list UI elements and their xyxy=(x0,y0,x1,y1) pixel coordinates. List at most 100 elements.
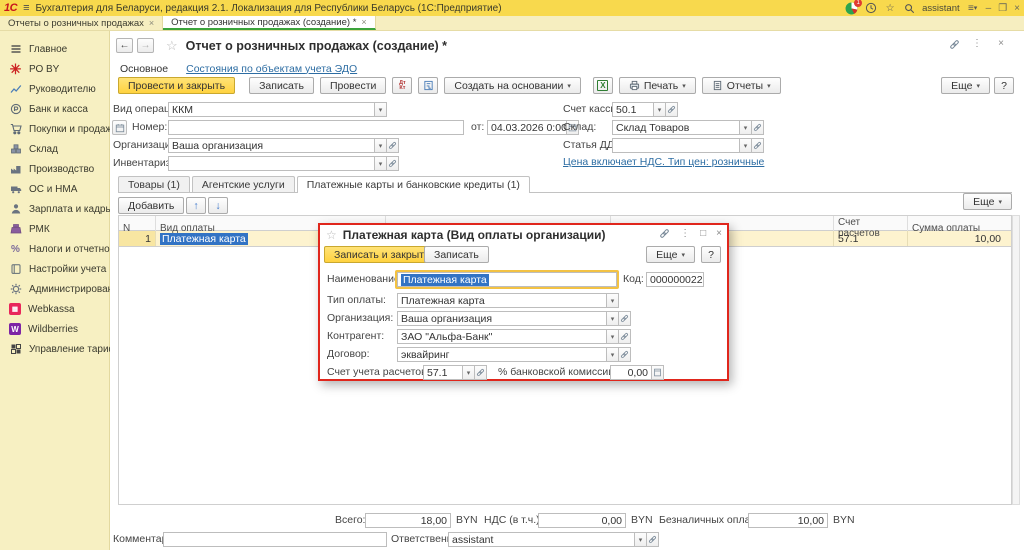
get-link-icon[interactable] xyxy=(659,228,670,239)
tab-goods[interactable]: Товары (1) xyxy=(118,176,190,193)
dropdown-icon[interactable]: ▾ xyxy=(654,102,666,117)
open-link-icon[interactable] xyxy=(666,102,678,117)
sidebar-item-main[interactable]: Главное xyxy=(0,39,109,59)
open-link-icon[interactable] xyxy=(387,138,399,153)
dialog-more-button[interactable]: Еще▾ xyxy=(646,246,695,263)
dropdown-icon[interactable]: ▾ xyxy=(375,102,387,117)
sidebar-item-bank-cash[interactable]: Банк и касса xyxy=(0,99,109,119)
settlement-account-combo[interactable]: 57.1▾ xyxy=(423,365,487,380)
dropdown-icon[interactable]: ▾ xyxy=(607,311,619,326)
more-dots-icon[interactable]: ⋮ xyxy=(680,228,690,239)
dropdown-icon[interactable]: ▾ xyxy=(740,138,752,153)
dialog-save-close-button[interactable]: Записать и закрыть xyxy=(324,246,439,263)
sidebar-item-administration[interactable]: Администрирование xyxy=(0,279,109,299)
sidebar-item-webkassa[interactable]: ▦Webkassa xyxy=(0,299,109,319)
close-tab-icon[interactable]: × xyxy=(149,18,154,28)
close-form-icon[interactable]: × xyxy=(998,38,1004,49)
open-link-icon[interactable] xyxy=(752,138,764,153)
price-includes-vat-link[interactable]: Цена включает НДС. Тип цен: розничные xyxy=(563,156,764,168)
notification-center-icon[interactable]: 1 xyxy=(845,2,858,15)
add-row-button[interactable]: Добавить xyxy=(118,197,184,214)
warehouse-combo[interactable]: Склад Товаров▾ xyxy=(612,120,764,135)
sidebar-item-production[interactable]: Производство xyxy=(0,159,109,179)
open-link-icon[interactable] xyxy=(475,365,487,380)
nav-edo-states-link[interactable]: Состояния по объектам учета ЭДО xyxy=(186,63,357,75)
get-link-icon[interactable] xyxy=(949,39,960,50)
open-link-icon[interactable] xyxy=(752,120,764,135)
service-menu-icon[interactable]: ≡▾ xyxy=(967,2,979,14)
set-number-button[interactable] xyxy=(112,120,127,135)
total-input[interactable]: 18,00 xyxy=(365,513,451,528)
open-link-icon[interactable] xyxy=(619,347,631,362)
reports-button[interactable]: Отчеты▾ xyxy=(702,77,781,94)
move-up-button[interactable]: ↑ xyxy=(186,197,206,214)
code-input[interactable]: 000000022 xyxy=(646,272,704,287)
comment-input[interactable] xyxy=(163,532,387,547)
operation-kind-combo[interactable]: ККМ▾ xyxy=(168,102,387,117)
organization-combo[interactable]: Ваша организация▾ xyxy=(397,311,631,326)
tab-payment-cards[interactable]: Платежные карты и банковские кредиты (1) xyxy=(297,176,530,193)
calculator-icon[interactable] xyxy=(652,365,664,380)
inventory-combo[interactable]: ▾ xyxy=(168,156,399,171)
forward-button[interactable]: → xyxy=(137,38,154,53)
open-link-icon[interactable] xyxy=(647,532,659,547)
bank-commission-input[interactable]: 0,00 xyxy=(610,365,664,380)
sidebar-item-manager[interactable]: Руководителю xyxy=(0,79,109,99)
sidebar-item-po-by[interactable]: ✳РО BY xyxy=(0,59,109,79)
cash-account-combo[interactable]: 50.1▾ xyxy=(612,102,678,117)
maximize-icon[interactable]: □ xyxy=(700,228,706,239)
dropdown-icon[interactable]: ▾ xyxy=(463,365,475,380)
name-input[interactable]: Платежная карта xyxy=(395,270,619,289)
cell-account[interactable]: 57.1 xyxy=(834,231,908,246)
favorites-star-icon[interactable]: ☆ xyxy=(884,2,896,14)
help-button[interactable]: ? xyxy=(994,77,1014,94)
move-down-button[interactable]: ↓ xyxy=(208,197,228,214)
cell-amount[interactable]: 10,00 xyxy=(908,231,1005,246)
favorite-star-icon[interactable]: ☆ xyxy=(326,228,337,242)
tab-retail-sales-new[interactable]: Отчет о розничных продажах (создание) * … xyxy=(163,16,375,30)
number-input[interactable] xyxy=(168,120,464,135)
organization-combo[interactable]: Ваша организация▾ xyxy=(168,138,399,153)
close-dialog-icon[interactable]: × xyxy=(716,228,722,239)
sidebar-item-tariff[interactable]: Управление тарифом xyxy=(0,339,109,359)
post-and-close-button[interactable]: Провести и закрыть xyxy=(118,77,235,94)
document-structure-button[interactable] xyxy=(418,77,438,94)
excel-export-button[interactable]: X xyxy=(593,77,613,94)
sidebar-item-purchases-sales[interactable]: Покупки и продажи xyxy=(0,119,109,139)
search-icon[interactable] xyxy=(903,2,915,14)
dropdown-icon[interactable]: ▾ xyxy=(635,532,647,547)
main-menu-icon[interactable]: ≡ xyxy=(23,2,29,14)
dropdown-icon[interactable]: ▾ xyxy=(740,120,752,135)
contractor-combo[interactable]: ЗАО "Альфа-Банк"▾ xyxy=(397,329,631,344)
history-icon[interactable] xyxy=(865,2,877,14)
create-based-on-button[interactable]: Создать на основании▾ xyxy=(444,77,580,94)
close-window-icon[interactable]: × xyxy=(1014,3,1020,14)
sidebar-item-fixed-assets[interactable]: ОС и НМА xyxy=(0,179,109,199)
open-link-icon[interactable] xyxy=(619,311,631,326)
minimize-icon[interactable]: – xyxy=(986,3,992,14)
sidebar-item-warehouse[interactable]: Склад xyxy=(0,139,109,159)
contract-combo[interactable]: эквайринг▾ xyxy=(397,347,631,362)
open-link-icon[interactable] xyxy=(619,329,631,344)
dropdown-icon[interactable]: ▾ xyxy=(607,293,619,308)
payment-type-combo[interactable]: Платежная карта▾ xyxy=(397,293,619,308)
dropdown-icon[interactable]: ▾ xyxy=(375,138,387,153)
post-button[interactable]: Провести xyxy=(320,77,386,94)
more-dots-icon[interactable]: ⋮ xyxy=(972,38,982,49)
open-link-icon[interactable] xyxy=(387,156,399,171)
sidebar-item-accounting-settings[interactable]: Настройки учета xyxy=(0,259,109,279)
responsible-combo[interactable]: assistant▾ xyxy=(448,532,659,547)
nav-main[interactable]: Основное xyxy=(120,63,168,75)
save-button[interactable]: Записать xyxy=(249,77,314,94)
dropdown-icon[interactable]: ▾ xyxy=(607,347,619,362)
debit-credit-button[interactable]: ДтКт xyxy=(392,77,412,94)
favorite-star-icon[interactable]: ☆ xyxy=(166,38,178,54)
tab-retail-sales-list[interactable]: Отчеты о розничных продажах × xyxy=(0,16,163,30)
dialog-save-button[interactable]: Записать xyxy=(424,246,489,263)
back-button[interactable]: ← xyxy=(116,38,133,53)
sidebar-item-wildberries[interactable]: WWildberries xyxy=(0,319,109,339)
dropdown-icon[interactable]: ▾ xyxy=(607,329,619,344)
current-user[interactable]: assistant xyxy=(922,3,960,14)
close-tab-icon[interactable]: × xyxy=(361,17,366,27)
tab-agent-services[interactable]: Агентские услуги xyxy=(192,176,295,193)
